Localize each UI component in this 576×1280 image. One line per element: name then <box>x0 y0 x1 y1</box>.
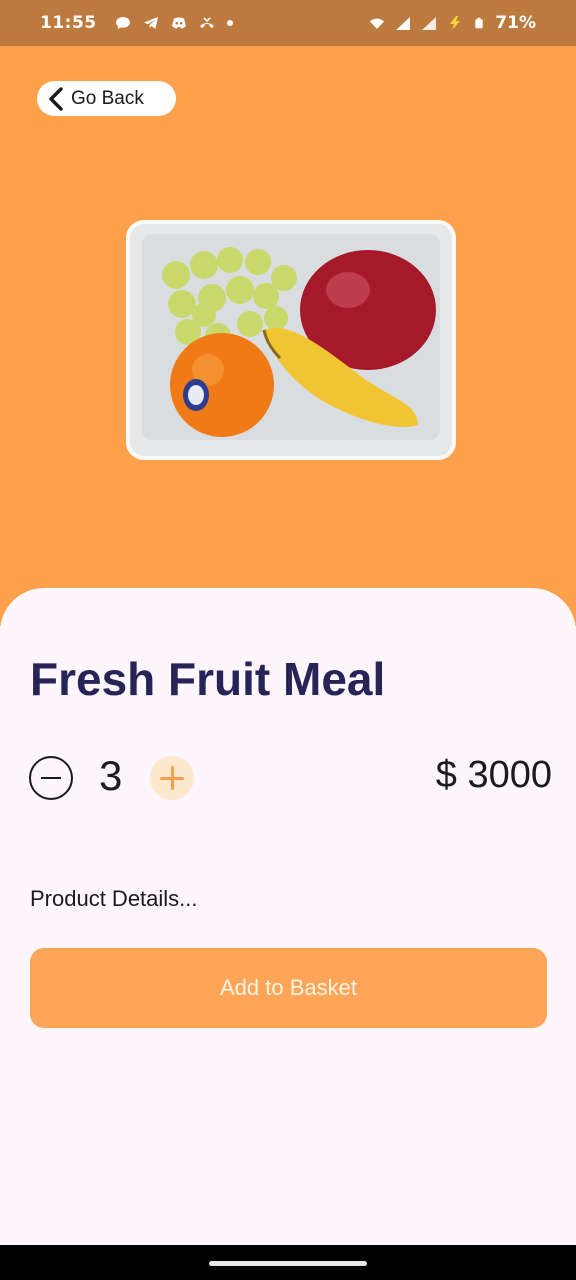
chat-icon <box>115 17 130 29</box>
signal-icon <box>422 17 437 30</box>
product-price: $ 3000 <box>435 754 552 796</box>
battery-percent: 71% <box>495 13 536 33</box>
go-back-label: Go Back <box>71 87 144 109</box>
add-to-basket-label: Add to Basket <box>220 975 357 1000</box>
add-to-basket-button[interactable]: Add to Basket <box>30 948 547 1028</box>
go-back-button[interactable]: Go Back <box>37 81 176 116</box>
product-title: Fresh Fruit Meal <box>30 653 386 705</box>
battery-icon <box>475 17 484 29</box>
product-image <box>126 220 456 460</box>
charging-icon <box>450 16 461 30</box>
missed-call-icon <box>199 17 214 28</box>
increase-quantity-button[interactable] <box>150 756 194 800</box>
chevron-left-icon <box>49 86 63 111</box>
telegram-icon <box>143 17 158 29</box>
status-bar: 11:55 71% <box>0 0 576 46</box>
discord-icon <box>171 17 186 29</box>
decrease-quantity-button[interactable] <box>29 756 73 800</box>
notification-icons <box>115 16 233 30</box>
navigation-bar <box>0 1245 576 1280</box>
system-icons: 71% <box>369 13 536 33</box>
dot-icon <box>226 20 233 26</box>
signal-icon <box>396 17 411 30</box>
wifi-icon <box>370 18 385 29</box>
minus-icon <box>41 776 61 780</box>
home-gesture-handle[interactable] <box>209 1261 367 1266</box>
quantity-value: 3 <box>99 752 123 799</box>
product-details-text: Product Details... <box>30 886 198 911</box>
status-time: 11:55 <box>40 13 97 33</box>
